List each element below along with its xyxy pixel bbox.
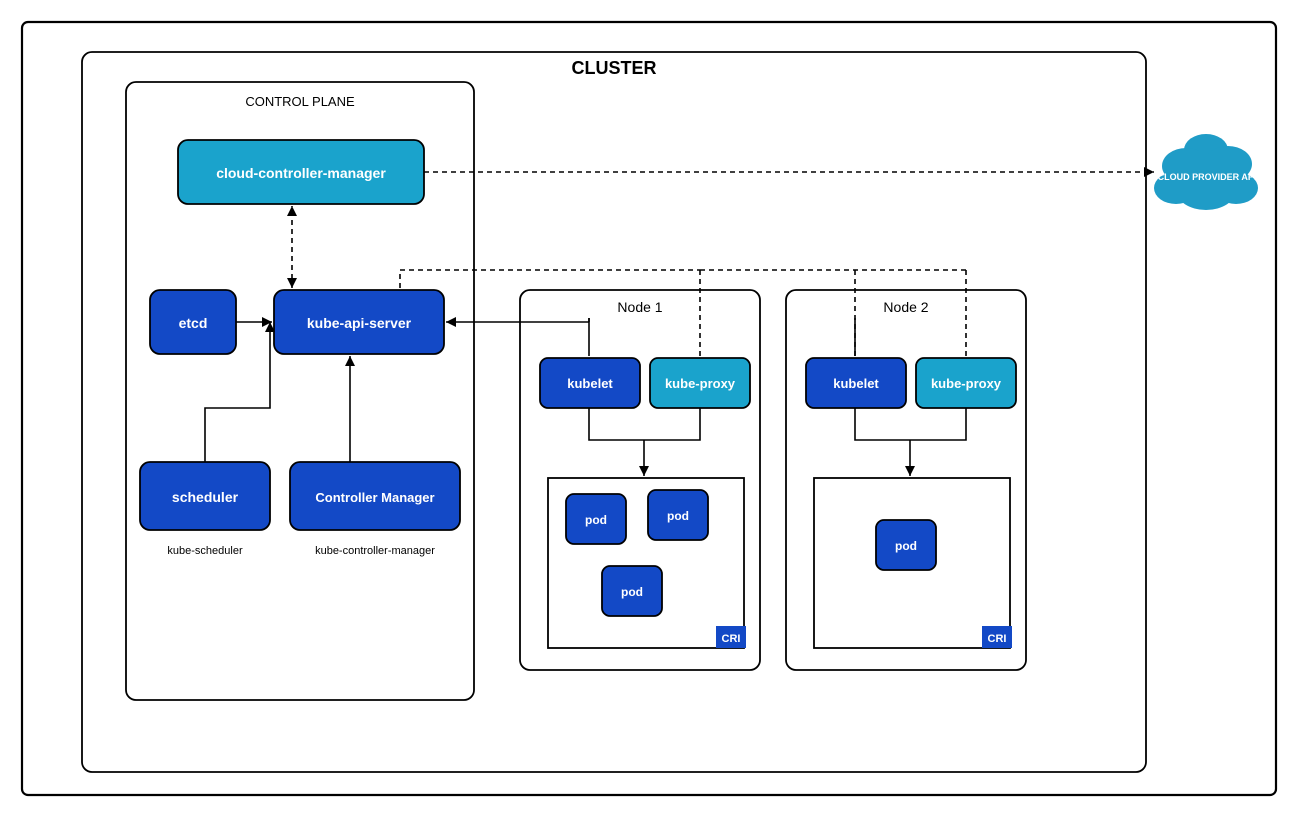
node2-frame	[786, 290, 1026, 670]
node1-pod2-label: pod	[667, 509, 689, 523]
node2-cri-label: CRI	[988, 633, 1007, 645]
node2-pod1-label: pod	[895, 539, 917, 553]
node2-kubeproxy-label: kube-proxy	[931, 376, 1002, 391]
etcd-label: etcd	[179, 315, 208, 331]
node1-cri-label: CRI	[722, 633, 741, 645]
diagram-canvas: CLUSTER CONTROL PLANE cloud-controller-m…	[0, 0, 1298, 817]
cloud-provider-api-label: CLOUD PROVIDER API	[1158, 172, 1257, 182]
cluster-title: CLUSTER	[572, 58, 657, 78]
node2-kubelet-label: kubelet	[833, 376, 879, 391]
node1-kubeproxy-label: kube-proxy	[665, 376, 736, 391]
scheduler-label: scheduler	[172, 489, 239, 505]
cloud-provider-api: CLOUD PROVIDER API	[1154, 134, 1258, 210]
kube-api-server-label: kube-api-server	[307, 315, 412, 331]
cloud-controller-manager-label: cloud-controller-manager	[216, 165, 386, 181]
control-plane-title: CONTROL PLANE	[245, 94, 355, 109]
controller-manager-sublabel: kube-controller-manager	[315, 545, 435, 557]
node2-title: Node 2	[883, 299, 928, 315]
scheduler-sublabel: kube-scheduler	[167, 545, 243, 557]
controller-manager-label: Controller Manager	[315, 490, 434, 505]
node1-pod1-label: pod	[585, 513, 607, 527]
node1-kubelet-label: kubelet	[567, 376, 613, 391]
node1-title: Node 1	[617, 299, 662, 315]
node1-pod3-label: pod	[621, 585, 643, 599]
